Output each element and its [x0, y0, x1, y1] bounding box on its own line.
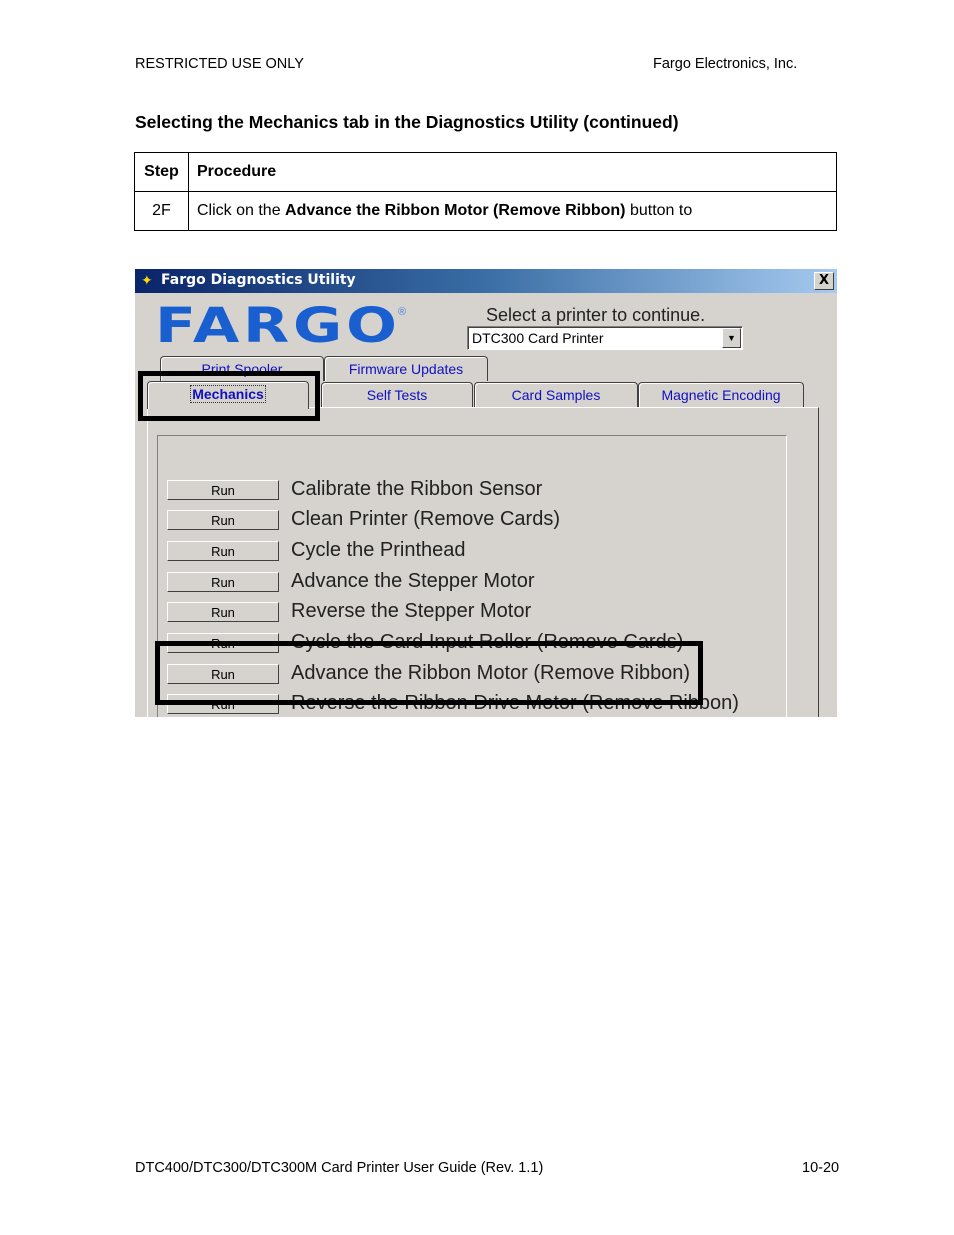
tab-firmware-updates[interactable]: Firmware Updates: [324, 356, 488, 381]
run-button[interactable]: Run: [167, 572, 279, 592]
chevron-down-icon[interactable]: ▼: [722, 328, 741, 348]
action-label: Reverse the Stepper Motor: [291, 600, 532, 622]
run-button[interactable]: Run: [167, 541, 279, 561]
printer-select[interactable]: DTC300 Card Printer ▼: [467, 326, 743, 350]
advance-ribbon-highlight: [155, 641, 703, 705]
procedure-suffix: button to: [625, 202, 693, 219]
run-button[interactable]: Run: [167, 510, 279, 530]
app-icon: ✦: [141, 272, 153, 288]
page-header-left: RESTRICTED USE ONLY: [135, 56, 304, 72]
page-number: 10-20: [802, 1160, 840, 1176]
section-title: Selecting the Mechanics tab in the Diagn…: [135, 112, 679, 132]
close-button[interactable]: X: [814, 272, 834, 290]
action-label: Calibrate the Ribbon Sensor: [291, 478, 543, 500]
action-label: Cycle the Printhead: [291, 539, 466, 561]
page-header-right: Fargo Electronics, Inc.: [653, 56, 798, 72]
table-header-row: Step Procedure: [134, 152, 837, 192]
procedure-table: Step Procedure 2F Click on the Advance t…: [134, 152, 837, 231]
registered-mark: ®: [398, 306, 407, 318]
procedure-cell: Click on the Advance the Ribbon Motor (R…: [188, 191, 837, 231]
header-procedure: Procedure: [188, 152, 837, 192]
action-label: Advance the Stepper Motor: [291, 570, 535, 592]
window-title: Fargo Diagnostics Utility: [161, 272, 356, 288]
fargo-logo: FARGO: [155, 298, 401, 354]
tab-card-samples[interactable]: Card Samples: [474, 382, 638, 407]
procedure-bold: Advance the Ribbon Motor (Remove Ribbon): [285, 202, 626, 219]
select-printer-label: Select a printer to continue.: [486, 305, 706, 325]
printer-select-value: DTC300 Card Printer: [472, 330, 604, 346]
header-step: Step: [134, 152, 189, 192]
tab-self-tests[interactable]: Self Tests: [321, 382, 473, 407]
action-label: Clean Printer (Remove Cards): [291, 508, 560, 530]
table-row: 2F Click on the Advance the Ribbon Motor…: [134, 191, 837, 231]
diagnostics-utility-screenshot: ✦ Fargo Diagnostics Utility X FARGO ® Se…: [135, 269, 837, 717]
run-button[interactable]: Run: [167, 480, 279, 500]
window-titlebar: ✦ Fargo Diagnostics Utility X: [135, 269, 837, 293]
run-button[interactable]: Run: [167, 602, 279, 622]
step-cell: 2F: [134, 191, 189, 231]
tab-magnetic-encoding[interactable]: Magnetic Encoding: [638, 382, 804, 407]
mechanics-tab-highlight: [138, 371, 320, 421]
procedure-prefix: Click on the: [197, 202, 286, 219]
page-footer-left: DTC400/DTC300/DTC300M Card Printer User …: [135, 1160, 544, 1176]
